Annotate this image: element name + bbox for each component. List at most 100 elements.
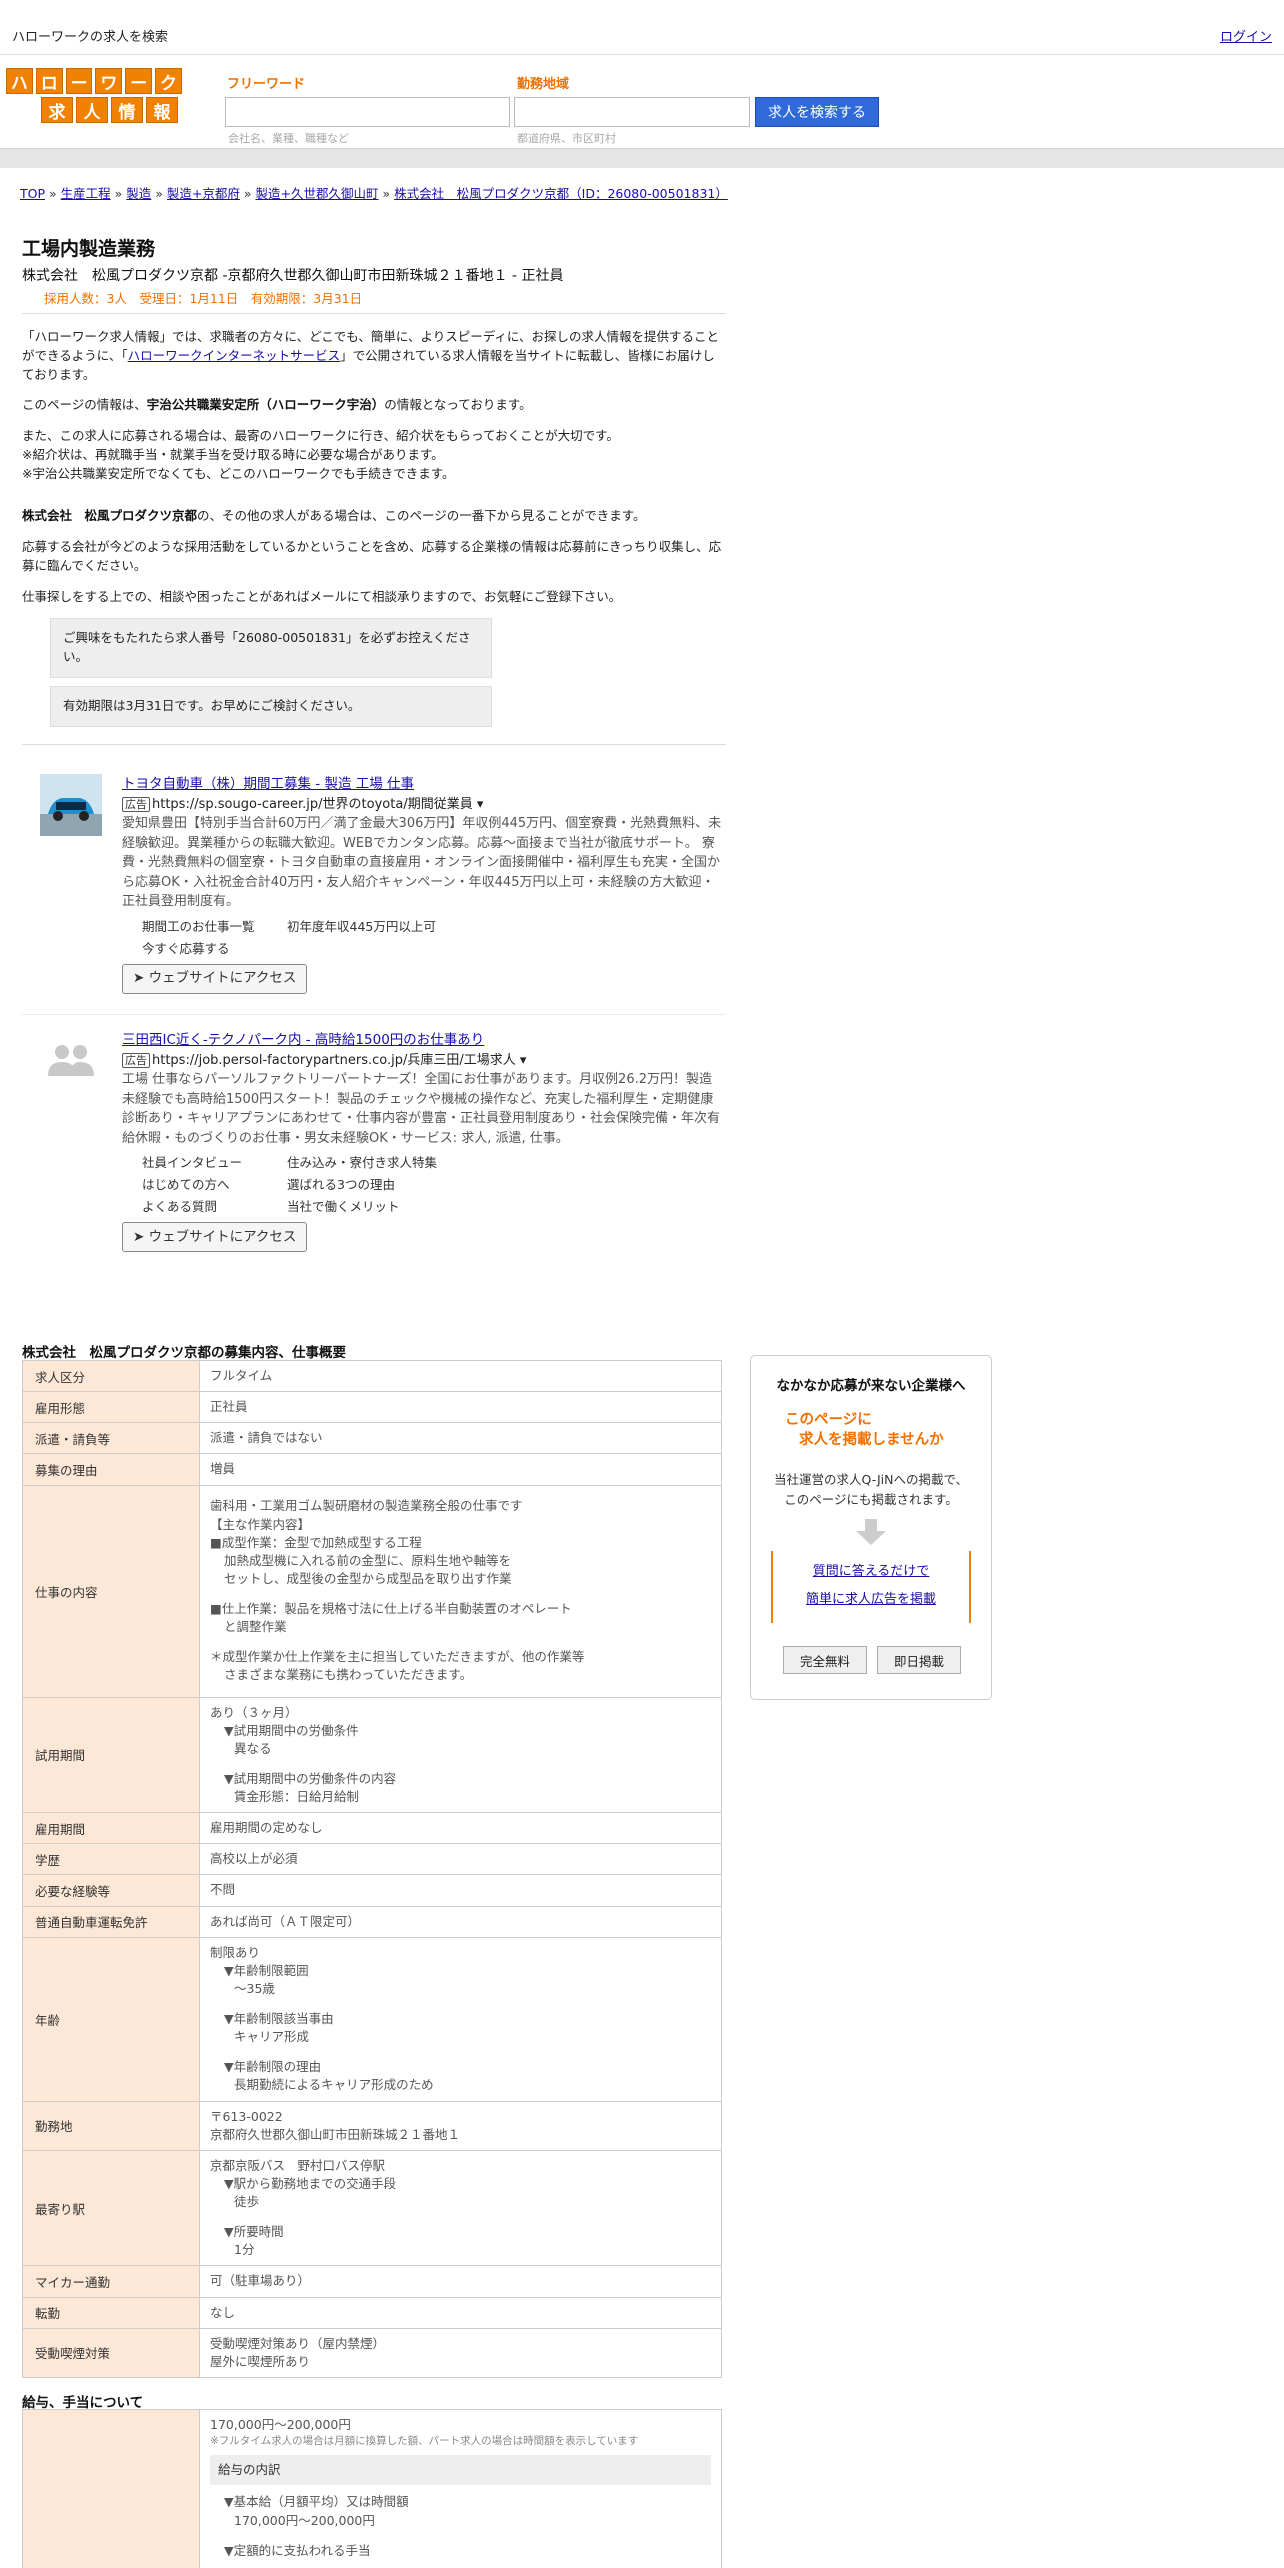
value-line: 加熱成型機に入れる前の金型に、原料生地や軸等を (224, 1552, 512, 1568)
visit-website-button[interactable]: ➤ ウェブサイトにアクセス (122, 1222, 308, 1252)
table-row: マイカー通勤 可（駐車場あり） (22, 2265, 722, 2298)
ad-url[interactable]: https://job.persol-factorypartners.co.jp… (152, 1053, 526, 1068)
value-line: ■成型作業：金型で加熱成型する工程 (210, 1534, 422, 1550)
row-key: 派遣・請負等 (22, 1422, 200, 1455)
table-row: 雇用形態 正社員 (22, 1391, 722, 1424)
logo-char: 報 (146, 97, 178, 123)
keyword-input[interactable] (225, 97, 510, 127)
value-line: 屋外に喫煙所あり (210, 2353, 311, 2369)
hellowork-logo[interactable]: ハ ロ ー ワ ー ク 求 人 情 報 (6, 68, 182, 124)
breadcrumb-sep: » (382, 186, 391, 201)
area-label: 勤務地域 (517, 77, 570, 92)
ad-title-link[interactable]: 三田西IC近く-テクノパーク内 - 高時給1500円のお仕事あり (122, 1032, 484, 1048)
search-button[interactable]: 求人を検索する (755, 97, 879, 127)
keyword-label: フリーワード (227, 77, 306, 92)
value-line: 1分 (234, 2242, 255, 2258)
breadcrumb-kyoto[interactable]: 製造+京都府 (167, 186, 240, 201)
table-row: 最寄り駅 京都京阪バス 野村口バス停駅 ▼駅から勤務地までの交通手段 徒歩 ▼所… (22, 2149, 722, 2267)
section-title-recruitment: 株式会社 松風プロダクツ京都の募集内容、仕事概要 (22, 1345, 346, 1361)
area-input[interactable] (514, 97, 750, 127)
ad-sitelink[interactable]: 選ばれる3つの理由 (287, 1174, 447, 1196)
value-line: 歯科用・工業用ゴム製研磨材の製造業務全般の仕事です (210, 1498, 523, 1514)
table-row: 170,000円〜200,000円 ※フルタイム求人の場合は月額に換算した額、パ… (22, 2409, 722, 2568)
intro-text-span: また、この求人に応募される場合は、最寄のハローワークに行き、紹介状をもらっておく… (22, 428, 619, 443)
hellowork-internet-link[interactable]: ハローワークインターネットサービス (128, 348, 341, 363)
table-row: 勤務地 〒613-0022 京都府久世郡久御山町市田新珠城２１番地１ (22, 2100, 722, 2151)
value-line: と調整作業 (224, 1619, 287, 1635)
table-row: 試用期間 あり（３ヶ月） ▼試用期間中の労働条件 異なる ▼試用期間中の労働条件… (22, 1696, 722, 1814)
same-day-badge-button[interactable]: 即日掲載 (877, 1646, 961, 1674)
row-value: 受動喫煙対策あり（屋内禁煙） 屋外に喫煙所あり (199, 2327, 722, 2378)
value-line: ▼所要時間 (224, 2224, 284, 2240)
ad-sitelinks: 期間工のお仕事一覧 初年度年収445万円以上可 今すぐ応募する (142, 916, 722, 960)
value-line: 制限あり (210, 1944, 261, 1960)
row-value: 歯科用・工業用ゴム製研磨材の製造業務全般の仕事です 【主な作業内容】 ■成型作業… (199, 1484, 722, 1698)
row-key: 年齢 (22, 1936, 200, 2102)
ad-sitelink[interactable]: はじめての方へ (142, 1174, 287, 1196)
divider (22, 1014, 726, 1015)
intro-text-span: の、その他の求人がある場合は、このページの一番下から見ることができます。 (197, 508, 646, 524)
logo-char: ー (65, 68, 93, 94)
intro-text-span: ※宇治公共職業安定所でなくても、どこのハローワークでも手続きできます。 (22, 465, 455, 481)
keyword-hint: 会社名、業種、職種など (228, 132, 349, 145)
ad-title-link[interactable]: トヨタ自動車（株）期間工募集 - 製造 工場 仕事 (122, 776, 414, 792)
table-row: 募集の理由 増員 (22, 1453, 722, 1486)
value-line: ▼定額的に支払われる手当 (224, 2542, 371, 2558)
salary-table: 170,000円〜200,000円 ※フルタイム求人の場合は月額に換算した額、パ… (22, 2409, 722, 2568)
promo-link-question[interactable]: 質問に答えるだけで (773, 1560, 969, 1579)
value-line: ▼年齢制限範囲 (224, 1962, 309, 1978)
job-number-notice: ご興味をもたれたら求人番号「26080-00501831」を必ずお控えください。 (50, 618, 492, 678)
promo-link-box: 質問に答えるだけで 簡単に求人広告を掲載 (771, 1551, 971, 1623)
ad-sitelink[interactable] (287, 938, 447, 960)
row-key: 雇用期間 (22, 1812, 200, 1845)
table-row: 学歴 高校以上が必須 (22, 1843, 722, 1876)
row-value: 派遣・請負ではない (199, 1422, 722, 1455)
ad-badge: 広告 (122, 1052, 150, 1068)
ad-sitelink[interactable]: 初年度年収445万円以上可 (287, 916, 447, 938)
top-bar: ハローワークの求人を検索 ログイン (0, 0, 1284, 55)
ad-sitelink[interactable]: よくある質問 (142, 1196, 287, 1218)
row-key: 転勤 (22, 2296, 200, 2329)
ad-url[interactable]: https://sp.sougo-career.jp/世界のtoyota/期間従… (152, 797, 483, 812)
table-row: 雇用期間 雇用期間の定めなし (22, 1812, 722, 1845)
breadcrumb-company[interactable]: 株式会社 松風プロダクツ京都（ID：26080-00501831） (394, 186, 728, 201)
ad-sitelink[interactable]: 当社で働くメリット (287, 1196, 447, 1218)
search-header: ハ ロ ー ワ ー ク 求 人 情 報 フリーワード 会社名、業種、職種など 勤… (0, 56, 1284, 148)
divider (22, 313, 726, 314)
value-line: 〒613-0022 (210, 2108, 283, 2124)
ad-sitelink[interactable]: 住み込み・寮付き求人特集 (287, 1152, 447, 1174)
value-line: ▼基本給（月額平均）又は時間額 (224, 2494, 409, 2510)
row-value: あり（３ヶ月） ▼試用期間中の労働条件 異なる ▼試用期間中の労働条件の内容 賃… (199, 1696, 722, 1814)
row-value: 正社員 (199, 1391, 722, 1424)
ad-sitelink[interactable]: 今すぐ応募する (142, 938, 287, 960)
promo-headline-1: このページに (785, 1412, 872, 1428)
value-line: ▼駅から勤務地までの交通手段 (224, 2175, 397, 2191)
breadcrumb-sep: » (114, 186, 123, 201)
salary-breakdown-title: 給与の内訳 (210, 2455, 711, 2486)
row-key: 募集の理由 (22, 1453, 200, 1486)
free-badge-button[interactable]: 完全無料 (783, 1646, 867, 1674)
ad-sitelink[interactable]: 社員インタビュー (142, 1152, 287, 1174)
value-line: セットし、成型後の金型から成型品を取り出す作業 (224, 1570, 512, 1586)
row-key: 勤務地 (22, 2100, 200, 2151)
breadcrumb-top[interactable]: TOP (20, 186, 45, 201)
row-value: あれば尚可（ＡＴ限定可） (199, 1905, 722, 1938)
table-row: 受動喫煙対策 受動喫煙対策あり（屋内禁煙） 屋外に喫煙所あり (22, 2327, 722, 2378)
car-thumbnail[interactable] (40, 774, 102, 836)
promo-desc-line: 当社運営の求人Q-JiNへの掲載で、 (774, 1472, 968, 1487)
visit-website-button[interactable]: ➤ ウェブサイトにアクセス (122, 963, 308, 994)
login-link[interactable]: ログイン (1220, 26, 1272, 45)
value-line: ▼試用期間中の労働条件 (224, 1722, 359, 1738)
ad-sitelink[interactable]: 期間工のお仕事一覧 (142, 916, 287, 938)
job-meta: 採用人数：3人 受理日：1月11日 有効期限：3月31日 (44, 291, 363, 306)
breadcrumb-seisan[interactable]: 生産工程 (61, 186, 111, 201)
breadcrumb-seizo[interactable]: 製造 (126, 186, 151, 201)
salary-note: ※フルタイム求人の場合は月額に換算した額、パート求人の場合は時間額を表示していま… (210, 2435, 639, 2448)
row-value: 不問 (199, 1874, 722, 1907)
intro-text: 「ハローワーク求人情報」では、求職者の方々に、どこでも、簡単に、よりスピーディに… (22, 328, 726, 618)
promo-link-post[interactable]: 簡単に求人広告を掲載 (773, 1588, 969, 1607)
breadcrumb-kumiyama[interactable]: 製造+久世郡久御山町 (256, 186, 379, 201)
